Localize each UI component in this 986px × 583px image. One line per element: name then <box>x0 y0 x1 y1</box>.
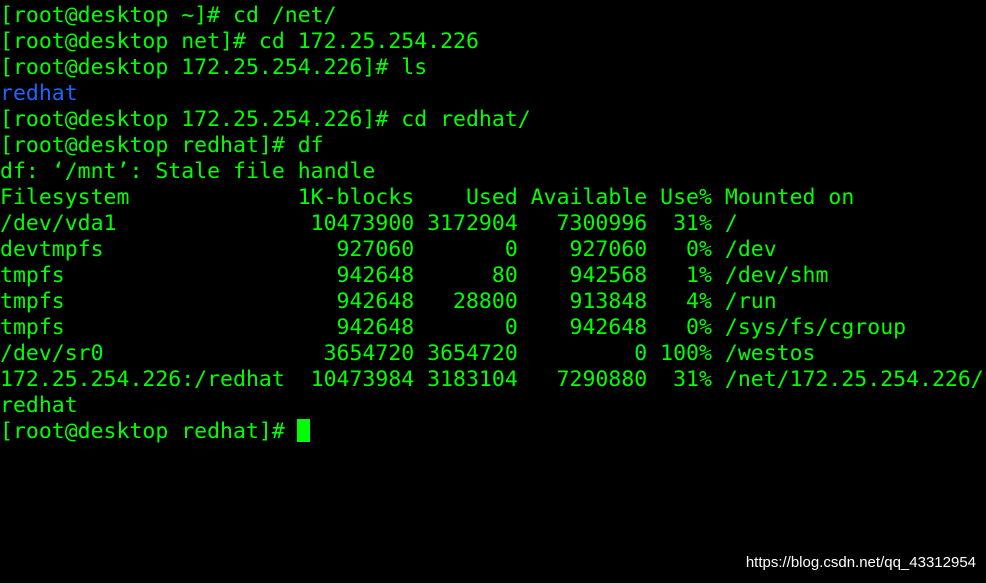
terminal-window[interactable]: [root@desktop ~]# cd /net/ [root@desktop… <box>0 0 986 583</box>
terminal-line-df-row: /dev/vda1 10473900 3172904 7300996 31% / <box>0 211 738 236</box>
terminal-line-df-error: df: ‘/mnt’: Stale file handle <box>0 159 376 184</box>
terminal-line-prompt-df: [root@desktop redhat]# df <box>0 133 324 158</box>
watermark-url: https://blog.csdn.net/qq_43312954 <box>745 554 976 571</box>
terminal-line-current-prompt: [root@desktop redhat]# <box>0 419 298 444</box>
terminal-line-prompt-ls: [root@desktop 172.25.254.226]# ls <box>0 55 428 80</box>
terminal-line-df-row: /dev/sr0 3654720 3654720 0 100% /westos <box>0 341 816 366</box>
terminal-line-df-row: 172.25.254.226:/redhat 10473984 3183104 … <box>0 367 984 392</box>
terminal-line-prompt-cd-redhat: [root@desktop 172.25.254.226]# cd redhat… <box>0 107 531 132</box>
terminal-line-prompt-cd-ip: [root@desktop net]# cd 172.25.254.226 <box>0 29 479 54</box>
terminal-cursor <box>297 419 310 442</box>
terminal-line-df-header: Filesystem 1K-blocks Used Available Use%… <box>0 185 855 210</box>
terminal-line-prompt-cd-net: [root@desktop ~]# cd /net/ <box>0 3 337 28</box>
terminal-line-df-row-wrap: redhat <box>0 393 78 418</box>
terminal-line-ls-output-directory: redhat <box>0 81 78 106</box>
terminal-line-df-row: tmpfs 942648 28800 913848 4% /run <box>0 289 777 314</box>
terminal-line-df-row: tmpfs 942648 0 942648 0% /sys/fs/cgroup <box>0 315 907 340</box>
terminal-line-df-row: devtmpfs 927060 0 927060 0% /dev <box>0 237 777 262</box>
terminal-line-df-row: tmpfs 942648 80 942568 1% /dev/shm <box>0 263 829 288</box>
